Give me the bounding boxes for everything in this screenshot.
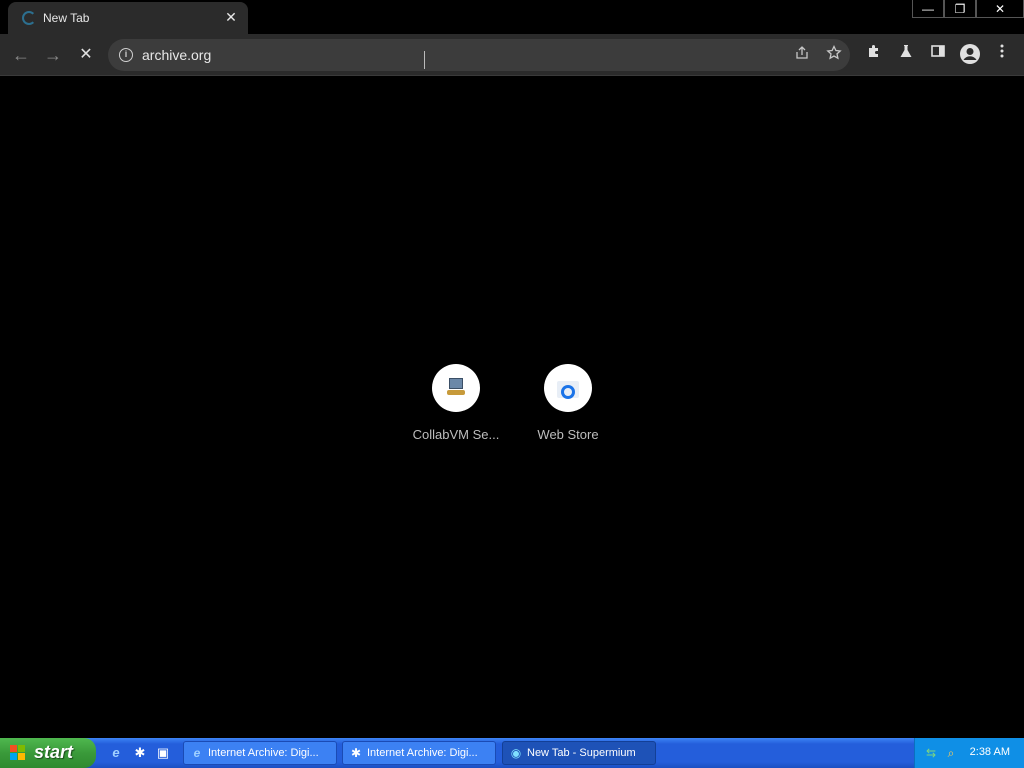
taskbar: start e ✱ ▣ e Internet Archive: Digi... … [0, 738, 1024, 768]
address-bar[interactable]: i archive.org [108, 39, 850, 71]
tab-close-icon[interactable]: ✕ [222, 8, 240, 26]
collabvm-icon [432, 364, 480, 412]
network-tray-icon[interactable]: ⇆ [923, 745, 939, 761]
url-text[interactable]: archive.org [142, 47, 211, 63]
shortcut-web-store[interactable]: Web Store [512, 364, 624, 454]
start-label: start [34, 742, 74, 762]
taskbar-button-internet-archive-1[interactable]: e Internet Archive: Digi... [183, 741, 337, 765]
taskbar-button-new-tab-supermium[interactable]: ◉ New Tab - Supermium [502, 741, 656, 765]
taskbar-button-label: Internet Archive: Digi... [208, 747, 319, 759]
extensions-puzzle-icon[interactable] [862, 43, 886, 67]
ie-icon: e [193, 746, 201, 760]
loading-favicon-icon [22, 11, 36, 25]
bookmark-star-icon[interactable] [824, 44, 844, 65]
forward-button[interactable]: → [40, 42, 66, 68]
supermium-icon: ◉ [510, 746, 522, 760]
tab-title: New Tab [43, 11, 90, 25]
search-tray-icon[interactable]: ⌕ [943, 745, 959, 761]
labs-flask-icon[interactable] [894, 43, 918, 67]
side-panel-icon[interactable] [926, 43, 950, 67]
system-clock[interactable]: 2:38 AM [970, 746, 1010, 758]
back-button[interactable]: ← [8, 42, 34, 68]
profile-avatar-icon[interactable] [958, 43, 982, 67]
quicklaunch-show-desktop-icon[interactable]: ▣ [155, 745, 171, 761]
desktop-screen: New Tab ✕ — ❐ ✕ ← → ✕ i archive.org Coll… [0, 0, 1024, 768]
stop-loading-button[interactable]: ✕ [73, 42, 99, 68]
start-button[interactable]: start [0, 738, 96, 768]
system-tray: ⇆ ⌕ 2:38 AM [914, 738, 1024, 768]
menu-kebab-icon[interactable] [990, 43, 1014, 67]
taskbar-button-label: Internet Archive: Digi... [367, 747, 478, 759]
share-icon[interactable] [792, 45, 812, 65]
app-icon: ✱ [350, 746, 362, 760]
taskbar-button-label: New Tab - Supermium [527, 747, 636, 759]
tab-new-tab[interactable]: New Tab ✕ [8, 2, 248, 34]
window-controls: — ❐ ✕ [912, 0, 1024, 18]
restore-button[interactable]: ❐ [944, 0, 976, 18]
close-window-button[interactable]: ✕ [976, 0, 1024, 18]
shortcut-label: CollabVM Se... [412, 427, 500, 442]
shortcut-label: Web Store [537, 427, 599, 442]
web-store-icon [544, 364, 592, 412]
quicklaunch-app-icon[interactable]: ✱ [132, 745, 148, 761]
minimize-button[interactable]: — [912, 0, 944, 18]
browser-toolbar: ← → ✕ i archive.org [0, 34, 1024, 76]
tab-strip: New Tab ✕ — ❐ ✕ [0, 0, 1024, 34]
shortcut-collabvm[interactable]: CollabVM Se... [400, 364, 512, 454]
taskbar-button-internet-archive-2[interactable]: ✱ Internet Archive: Digi... [342, 741, 496, 765]
windows-flag-icon [10, 745, 26, 761]
quicklaunch-ie-icon[interactable]: e [108, 745, 124, 761]
text-cursor-icon [421, 51, 429, 69]
site-info-icon[interactable]: i [119, 48, 133, 62]
